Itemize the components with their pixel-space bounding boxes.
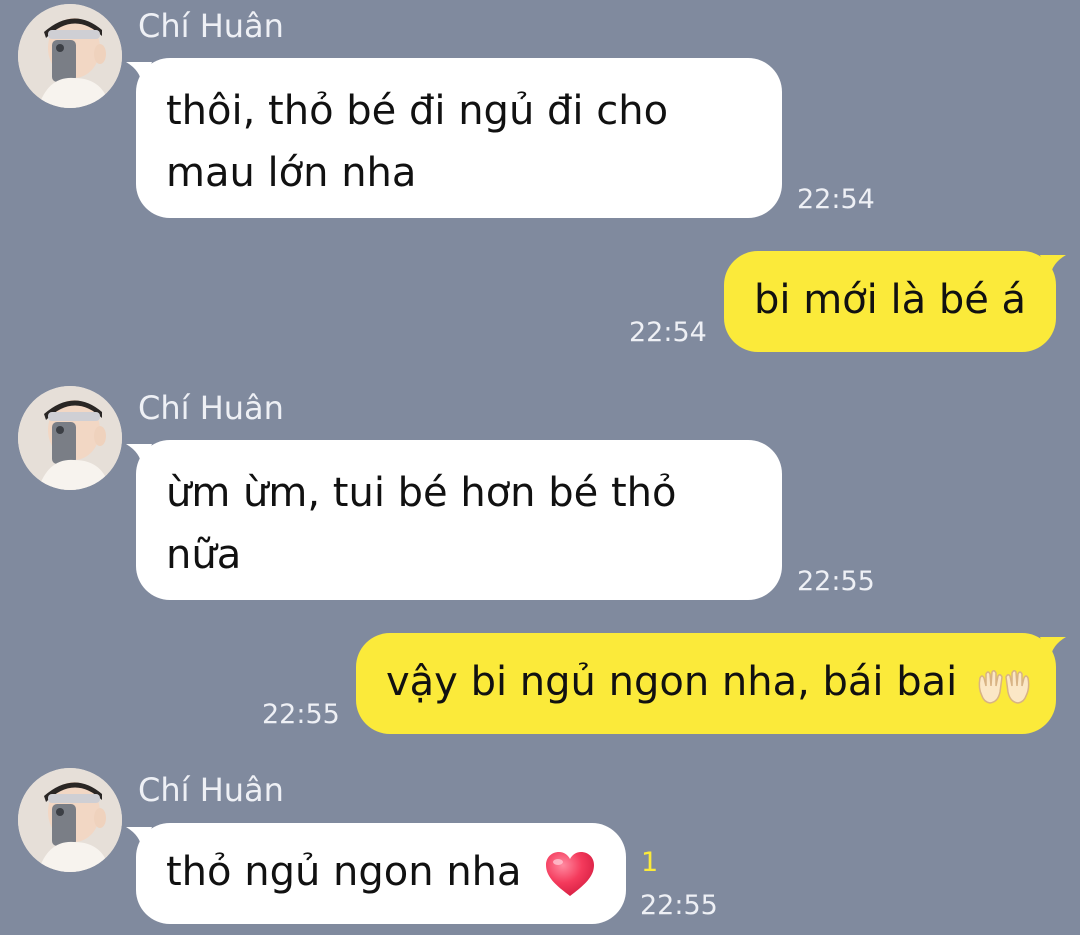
raised-hands-emoji (976, 664, 1032, 704)
bubble-tail (1040, 255, 1066, 277)
message-text: nữa (166, 532, 242, 578)
bubble-tail (126, 62, 152, 84)
bubble-tail (126, 827, 152, 849)
sender-name: Chí Huân (138, 7, 284, 45)
message-timestamp: 22:54 (629, 317, 707, 348)
message-text: mau lớn nha (166, 150, 417, 196)
incoming-message-bubble[interactable]: thôi, thỏ bé đi ngủ đi cho mau lớn nha (126, 58, 782, 218)
unread-count: 1 (641, 847, 659, 878)
red-heart-emoji (544, 850, 596, 898)
contact-avatar[interactable] (18, 768, 122, 872)
sender-name: Chí Huân (138, 771, 284, 809)
message-text: vậy bi ngủ ngon nha, bái bai (386, 659, 958, 705)
contact-avatar[interactable] (18, 386, 122, 490)
bubble-tail (1040, 637, 1066, 659)
message-text: ừm ừm, tui bé hơn bé thỏ (166, 470, 677, 516)
sender-name: Chí Huân (138, 389, 284, 427)
bubble-tail (126, 444, 152, 466)
outgoing-message-bubble[interactable]: vậy bi ngủ ngon nha, bái bai (356, 633, 1066, 734)
message-text: thôi, thỏ bé đi ngủ đi cho (166, 88, 669, 134)
message-timestamp: 22:55 (640, 890, 718, 921)
contact-avatar[interactable] (18, 4, 122, 108)
message-timestamp: 22:55 (262, 699, 340, 730)
incoming-message-bubble[interactable]: ừm ừm, tui bé hơn bé thỏ nữa (126, 440, 782, 600)
message-text: thỏ ngủ ngon nha (166, 849, 522, 895)
incoming-message-bubble[interactable]: thỏ ngủ ngon nha (126, 823, 626, 924)
message-timestamp: 22:55 (797, 566, 875, 597)
message-timestamp: 22:54 (797, 184, 875, 215)
outgoing-message-bubble[interactable]: bi mới là bé á (724, 251, 1066, 352)
message-text: bi mới là bé á (754, 277, 1027, 323)
